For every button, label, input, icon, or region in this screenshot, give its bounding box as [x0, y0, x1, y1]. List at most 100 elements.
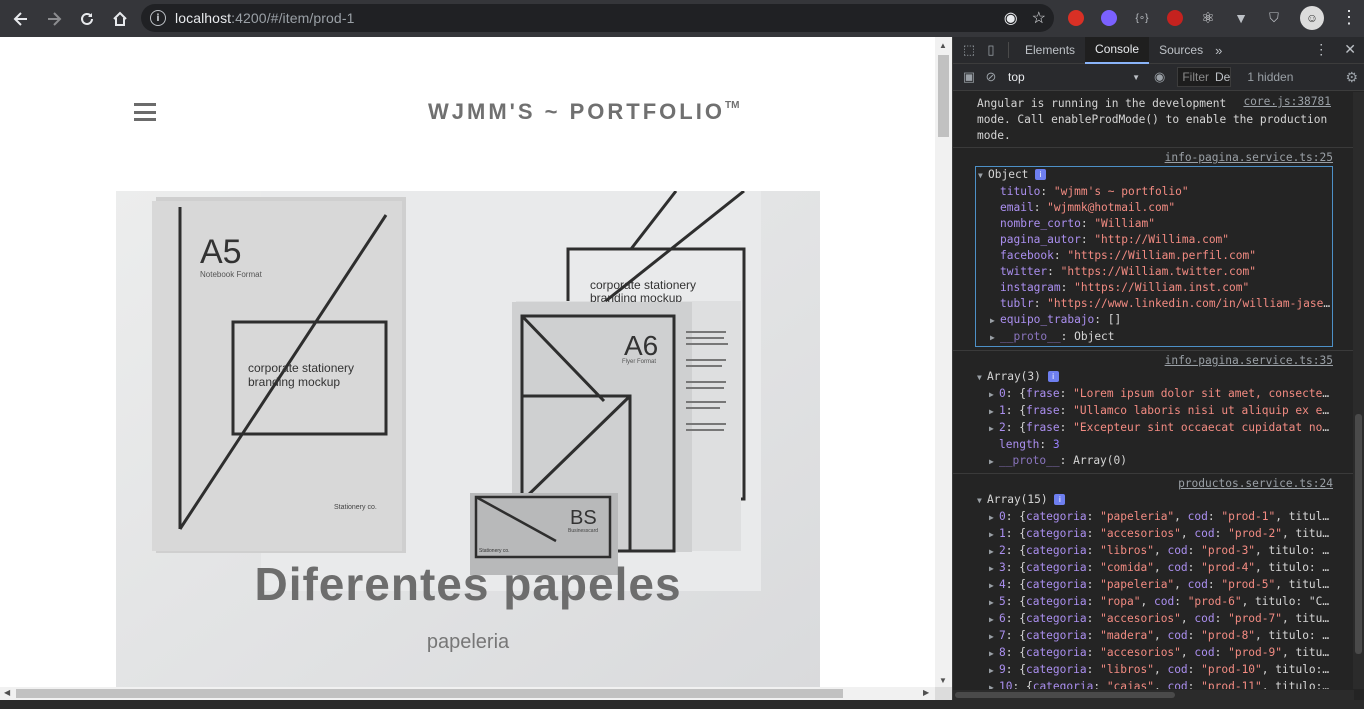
- reload-icon: [81, 12, 93, 25]
- console-toolbar: ▣ ⊘ top ▼ ◉ Filter De 1 hidden ⚙: [953, 64, 1364, 91]
- collapse-triangle-icon[interactable]: ▶: [989, 421, 999, 437]
- forward-button[interactable]: [38, 3, 70, 35]
- inspect-element-icon[interactable]: ⬚: [958, 39, 980, 61]
- collapse-triangle-icon[interactable]: ▶: [989, 387, 999, 403]
- collapse-triangle-icon[interactable]: ▶: [989, 612, 999, 628]
- mockup-company-1: Stationery co.: [334, 504, 377, 511]
- console-message: core.js:38781 Angular is running in the …: [953, 92, 1353, 148]
- array-item[interactable]: ▶ 6: {categoria: "accesorios", cod: "prod…: [977, 611, 1333, 628]
- scroll-left-arrow-icon[interactable]: ◀: [4, 688, 10, 697]
- collapse-triangle-icon[interactable]: ▶: [989, 454, 999, 470]
- back-button[interactable]: [5, 3, 37, 35]
- scroll-right-arrow-icon[interactable]: ▶: [923, 688, 929, 697]
- cookie-blocked-icon[interactable]: ◉: [1004, 8, 1018, 28]
- collapse-triangle-icon[interactable]: ▶: [989, 578, 999, 594]
- page-vertical-scrollbar[interactable]: ▲ ▼: [935, 37, 952, 687]
- mockup-company-2: Stationery co.: [479, 548, 510, 554]
- console-message: info-pagina.service.ts:25 ▼ Object i titu…: [953, 148, 1353, 351]
- array-item[interactable]: ▶ 0: {frase: "Lorem ipsum dolor sit amet,…: [977, 386, 1333, 403]
- object-property: titulo: "wjmm's ~ portfolio": [1000, 185, 1189, 198]
- array-item[interactable]: ▶ 2: {frase: "Excepteur sint occaecat cup…: [977, 420, 1333, 437]
- collapse-triangle-icon[interactable]: ▶: [989, 544, 999, 560]
- extension-react-icon[interactable]: ⚛: [1196, 7, 1220, 29]
- reload-button[interactable]: [71, 3, 103, 35]
- scrollbar-thumb[interactable]: [938, 55, 949, 137]
- scrollbar-thumb[interactable]: [955, 692, 1175, 698]
- collapse-triangle-icon[interactable]: ▶: [989, 561, 999, 577]
- array-item[interactable]: ▶ 5: {categoria: "ropa", cod: "prod-6", t…: [977, 594, 1333, 611]
- scrollbar-thumb[interactable]: [16, 689, 843, 698]
- arrow-left-icon: [13, 11, 27, 26]
- object-tree[interactable]: ▼ Object i titulo: "wjmm's ~ portfolio" em…: [975, 166, 1333, 347]
- devtools-menu-icon[interactable]: ⋮: [1314, 41, 1328, 58]
- scroll-up-arrow-icon[interactable]: ▲: [939, 41, 947, 50]
- extension-vue-icon[interactable]: ▼: [1229, 7, 1253, 29]
- array-item[interactable]: ▶ 7: {categoria: "madera", cod: "prod-8",…: [977, 628, 1333, 645]
- live-expression-eye-icon[interactable]: ◉: [1154, 69, 1165, 85]
- array-item[interactable]: ▶ 4: {categoria: "papeleria", cod: "prod-…: [977, 577, 1333, 594]
- close-icon[interactable]: ✕: [1344, 41, 1356, 58]
- extension-angular-icon[interactable]: ⛉: [1262, 7, 1286, 29]
- device-toolbar-icon[interactable]: ▯: [980, 39, 1002, 61]
- array-item[interactable]: ▶ 1: {frase: "Ullamco laboris nisi ut ali…: [977, 403, 1333, 420]
- site-title[interactable]: WJMM'S ~ PORTFOLIOTM: [428, 99, 739, 125]
- source-link[interactable]: info-pagina.service.ts:25: [977, 150, 1333, 166]
- collapse-triangle-icon[interactable]: ▶: [989, 629, 999, 645]
- collapse-triangle-icon[interactable]: ▶: [989, 663, 999, 679]
- tab-elements[interactable]: Elements: [1015, 37, 1085, 64]
- extension-json-icon[interactable]: {∘}: [1130, 7, 1154, 29]
- object-property: instagram: "https://William.inst.com": [1000, 281, 1250, 294]
- array-item[interactable]: ▶ 8: {categoria: "accesorios", cod: "prod…: [977, 645, 1333, 662]
- hamburger-menu-icon[interactable]: [134, 103, 156, 121]
- array-item[interactable]: ▶ 2: {categoria: "libros", cod: "prod-3",…: [977, 543, 1333, 560]
- object-property: email: "wjmmk@hotmail.com": [1000, 201, 1176, 214]
- gear-icon[interactable]: ⚙: [1345, 69, 1358, 86]
- mockup-a6-label: A6: [624, 330, 658, 361]
- page-horizontal-scrollbar[interactable]: ◀ ▶: [0, 687, 935, 700]
- tab-console[interactable]: Console: [1085, 36, 1150, 64]
- scroll-down-arrow-icon[interactable]: ▼: [939, 676, 947, 685]
- info-icon: i: [1047, 371, 1059, 382]
- home-button[interactable]: [104, 3, 136, 35]
- console-output: core.js:38781 Angular is running in the …: [953, 92, 1353, 689]
- collapse-triangle-icon[interactable]: ▶: [989, 404, 999, 420]
- url-text: localhost:4200/#/item/prod-1: [175, 10, 355, 26]
- collapse-triangle-icon[interactable]: ▶: [990, 313, 1000, 329]
- extension-ublock-icon[interactable]: [1163, 7, 1187, 29]
- browser-menu-icon[interactable]: ⋮: [1340, 8, 1358, 26]
- profile-avatar[interactable]: ☺: [1300, 6, 1324, 30]
- bookmark-star-icon[interactable]: ☆: [1032, 8, 1046, 28]
- expand-triangle-icon[interactable]: ▼: [978, 168, 988, 184]
- levels-dropdown[interactable]: De: [1215, 70, 1230, 84]
- expand-triangle-icon[interactable]: ▼: [977, 493, 987, 509]
- collapse-triangle-icon[interactable]: ▶: [989, 595, 999, 611]
- context-selector[interactable]: top ▼: [1008, 70, 1140, 84]
- console-vertical-scrollbar[interactable]: [1353, 92, 1364, 689]
- sidebar-toggle-icon[interactable]: ▣: [958, 66, 980, 88]
- source-link[interactable]: core.js:38781: [1243, 94, 1331, 110]
- extension-check-icon[interactable]: [1097, 7, 1121, 29]
- address-bar[interactable]: i localhost:4200/#/item/prod-1 ◉ ☆: [141, 4, 1054, 32]
- collapse-triangle-icon[interactable]: ▶: [989, 680, 999, 689]
- collapse-triangle-icon[interactable]: ▶: [989, 510, 999, 526]
- filter-input[interactable]: Filter De: [1177, 67, 1232, 87]
- clear-console-icon[interactable]: ⊘: [980, 66, 1002, 88]
- array-item[interactable]: ▶ 0: {categoria: "papeleria", cod: "prod-…: [977, 509, 1333, 526]
- console-horizontal-scrollbar[interactable]: [953, 690, 1354, 700]
- collapse-triangle-icon[interactable]: ▶: [989, 527, 999, 543]
- site-info-icon[interactable]: i: [150, 10, 166, 26]
- scrollbar-thumb[interactable]: [1355, 414, 1362, 654]
- array-item[interactable]: ▶ 10: {categoria: "cajas", cod: "prod-11"…: [977, 679, 1333, 689]
- expand-triangle-icon[interactable]: ▼: [977, 370, 987, 386]
- more-tabs-icon[interactable]: »: [1215, 43, 1222, 58]
- object-property: pagina_autor: "http://Willima.com": [1000, 233, 1230, 246]
- array-item[interactable]: ▶ 9: {categoria: "libros", cod: "prod-10"…: [977, 662, 1333, 679]
- array-item[interactable]: ▶ 1: {categoria: "accesorios", cod: "prod…: [977, 526, 1333, 543]
- collapse-triangle-icon[interactable]: ▶: [990, 330, 1000, 346]
- source-link[interactable]: productos.service.ts:24: [977, 476, 1333, 492]
- source-link[interactable]: info-pagina.service.ts:35: [977, 353, 1333, 369]
- collapse-triangle-icon[interactable]: ▶: [989, 646, 999, 662]
- tab-sources[interactable]: Sources: [1149, 37, 1213, 64]
- array-item[interactable]: ▶ 3: {categoria: "comida", cod: "prod-4",…: [977, 560, 1333, 577]
- extension-shield-icon[interactable]: [1064, 7, 1088, 29]
